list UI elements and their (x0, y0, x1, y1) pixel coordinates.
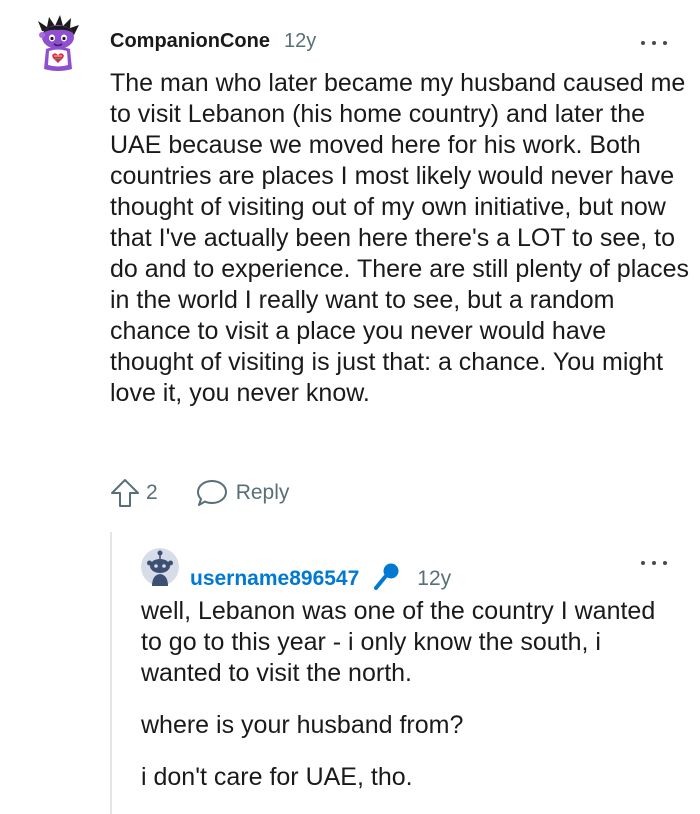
speech-bubble-icon (196, 480, 227, 506)
reply-comment-body: well, Lebanon was one of the country I w… (141, 596, 681, 814)
ellipsis-icon (641, 41, 645, 45)
default-snoo-avatar-icon[interactable] (141, 548, 179, 586)
top-comment-action-bar: 2 Reply (108, 476, 289, 510)
top-comment-meta: CompanionCone 12y (110, 30, 316, 53)
top-comment-timestamp[interactable]: 12y (284, 30, 316, 53)
reply-comment-timestamp[interactable]: 12y (417, 567, 451, 591)
reply-button[interactable]: Reply (196, 478, 290, 508)
reply-paragraph: well, Lebanon was one of the country I w… (141, 597, 656, 687)
reply-paragraph: i don't care for UAE, tho. (141, 763, 413, 791)
ellipsis-icon (641, 561, 645, 565)
vote-count: 2 (146, 481, 158, 504)
top-comment-body: The man who later became my husband caus… (110, 69, 690, 407)
microphone-icon (374, 563, 399, 590)
snoo-avatar-icon[interactable] (34, 13, 82, 73)
upvote-arrow-icon (111, 479, 139, 507)
top-comment-author[interactable]: CompanionCone (110, 30, 270, 53)
upvote-button[interactable]: 2 (108, 476, 158, 510)
reply-paragraph: where is your husband from? (141, 711, 464, 739)
reply-comment-author[interactable]: username896547 (190, 567, 359, 591)
reply-comment-more-options-button[interactable] (641, 557, 667, 569)
reply-comment-meta: username896547 12y (190, 555, 451, 591)
top-comment-more-options-button[interactable] (641, 37, 667, 49)
thread-line[interactable] (110, 532, 112, 814)
reply-label: Reply (235, 481, 290, 504)
